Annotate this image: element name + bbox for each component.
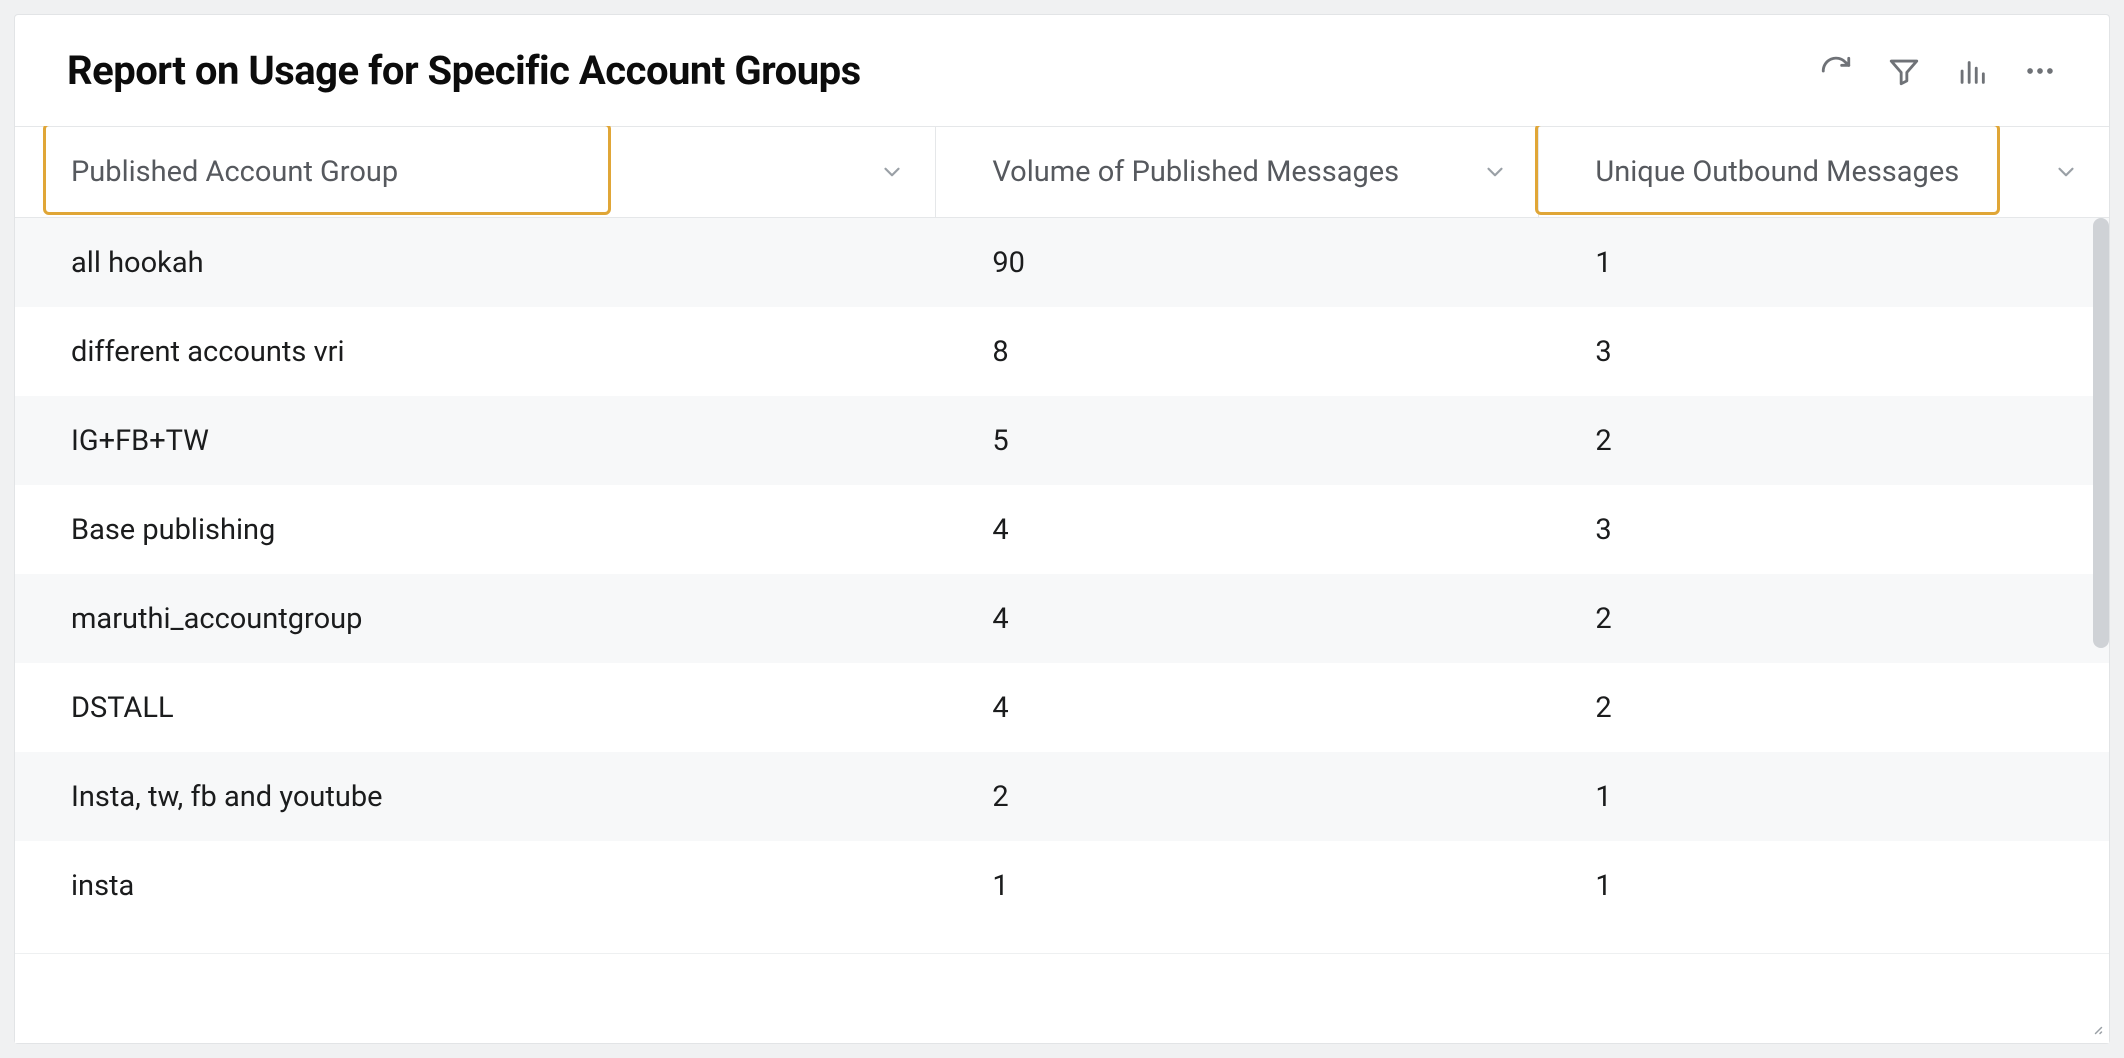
cell-account-group: all hookah <box>15 246 936 280</box>
column-header-account-group[interactable]: Published Account Group <box>15 127 936 217</box>
cell-account-group: DSTALL <box>15 691 936 725</box>
chevron-down-icon <box>2053 159 2079 185</box>
cell-volume: 90 <box>936 246 1539 280</box>
chart-button[interactable] <box>1955 54 1989 88</box>
cell-volume: 2 <box>936 780 1539 814</box>
refresh-icon <box>1819 54 1853 88</box>
table-row[interactable]: Base publishing 4 3 <box>15 485 2109 574</box>
cell-unique: 2 <box>1539 691 2109 725</box>
chevron-down-icon <box>1482 159 1508 185</box>
cell-account-group: different accounts vri <box>15 335 936 369</box>
cell-unique: 2 <box>1539 602 2109 636</box>
column-header-volume[interactable]: Volume of Published Messages <box>936 127 1539 217</box>
cell-unique: 1 <box>1539 246 2109 280</box>
report-table: Published Account Group Volume of Publis… <box>15 126 2109 1043</box>
table-row[interactable]: IG+FB+TW 5 2 <box>15 396 2109 485</box>
report-panel: Report on Usage for Specific Account Gro… <box>14 14 2110 1044</box>
cell-unique: 3 <box>1539 335 2109 369</box>
panel-actions <box>1819 54 2057 88</box>
table-row[interactable]: all hookah 90 1 <box>15 218 2109 307</box>
table-row[interactable]: insta 1 1 <box>15 841 2109 930</box>
table-row[interactable]: different accounts vri 8 3 <box>15 307 2109 396</box>
report-title: Report on Usage for Specific Account Gro… <box>67 47 861 94</box>
column-header-label: Unique Outbound Messages <box>1595 155 1959 189</box>
column-header-label: Published Account Group <box>71 155 398 189</box>
cell-unique: 1 <box>1539 780 2109 814</box>
cell-volume: 5 <box>936 424 1539 458</box>
table-body: all hookah 90 1 different accounts vri 8… <box>15 218 2109 953</box>
chevron-down-icon <box>879 159 905 185</box>
cell-volume: 4 <box>936 602 1539 636</box>
cell-account-group: IG+FB+TW <box>15 424 936 458</box>
cell-volume: 1 <box>936 869 1539 903</box>
more-horizontal-icon <box>2023 54 2057 88</box>
column-header-unique[interactable]: Unique Outbound Messages <box>1539 127 2109 217</box>
filter-icon <box>1887 54 1921 88</box>
refresh-button[interactable] <box>1819 54 1853 88</box>
cell-unique: 1 <box>1539 869 2109 903</box>
filter-button[interactable] <box>1887 54 1921 88</box>
cell-account-group: Base publishing <box>15 513 936 547</box>
resize-handle[interactable] <box>2085 1017 2103 1039</box>
cell-account-group: maruthi_accountgroup <box>15 602 936 636</box>
cell-account-group: insta <box>15 869 936 903</box>
cell-volume: 8 <box>936 335 1539 369</box>
cell-unique: 3 <box>1539 513 2109 547</box>
panel-footer <box>15 953 2109 1043</box>
resize-icon <box>2085 1017 2103 1035</box>
table-row[interactable]: DSTALL 4 2 <box>15 663 2109 752</box>
bar-chart-icon <box>1955 54 1989 88</box>
cell-account-group: Insta, tw, fb and youtube <box>15 780 936 814</box>
cell-volume: 4 <box>936 513 1539 547</box>
more-options-button[interactable] <box>2023 54 2057 88</box>
table-row[interactable]: maruthi_accountgroup 4 2 <box>15 574 2109 663</box>
cell-volume: 4 <box>936 691 1539 725</box>
vertical-scrollbar[interactable] <box>2093 218 2109 648</box>
table-row[interactable]: Insta, tw, fb and youtube 2 1 <box>15 752 2109 841</box>
table-header-row: Published Account Group Volume of Publis… <box>15 126 2109 218</box>
panel-header: Report on Usage for Specific Account Gro… <box>15 15 2109 126</box>
column-header-label: Volume of Published Messages <box>992 155 1399 189</box>
cell-unique: 2 <box>1539 424 2109 458</box>
